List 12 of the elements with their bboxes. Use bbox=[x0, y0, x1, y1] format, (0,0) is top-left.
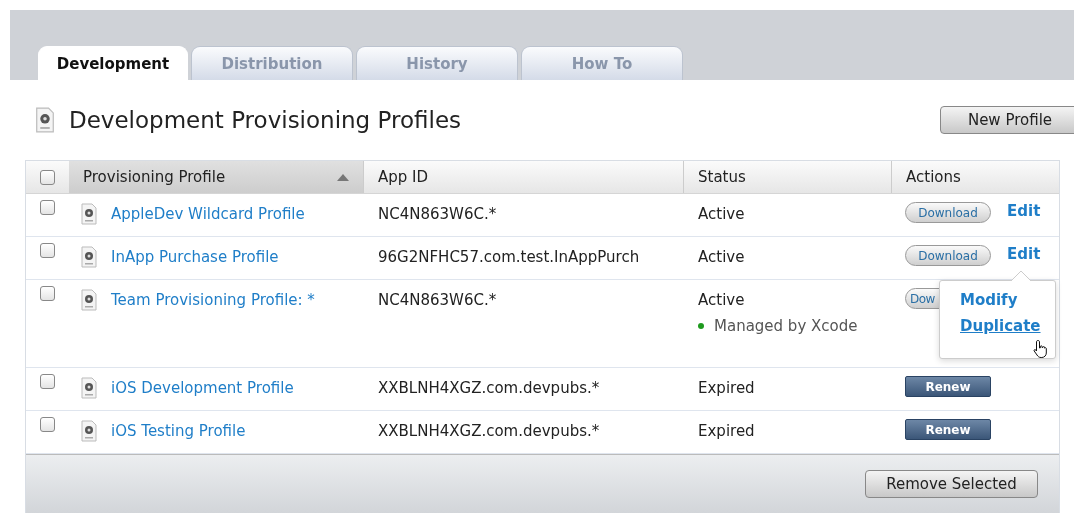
status-text: Active bbox=[698, 205, 745, 223]
status-text: Expired bbox=[698, 379, 755, 397]
app-id: XXBLNH4XGZ.com.devpubs.* bbox=[378, 379, 600, 397]
app-id: 96G2NFHC57.com.test.InAppPurch bbox=[378, 248, 640, 266]
page-title: Development Provisioning Profiles bbox=[69, 107, 463, 133]
status-text: Expired bbox=[698, 422, 755, 440]
app-id: XXBLNH4XGZ.com.devpubs.* bbox=[378, 422, 600, 440]
app-id: NC4N863W6C.* bbox=[378, 205, 497, 223]
status-text: Active bbox=[698, 291, 745, 309]
app-id: NC4N863W6C.* bbox=[378, 291, 497, 309]
status-text: Active bbox=[698, 248, 745, 266]
status-note: Managed by Xcode bbox=[714, 317, 858, 335]
